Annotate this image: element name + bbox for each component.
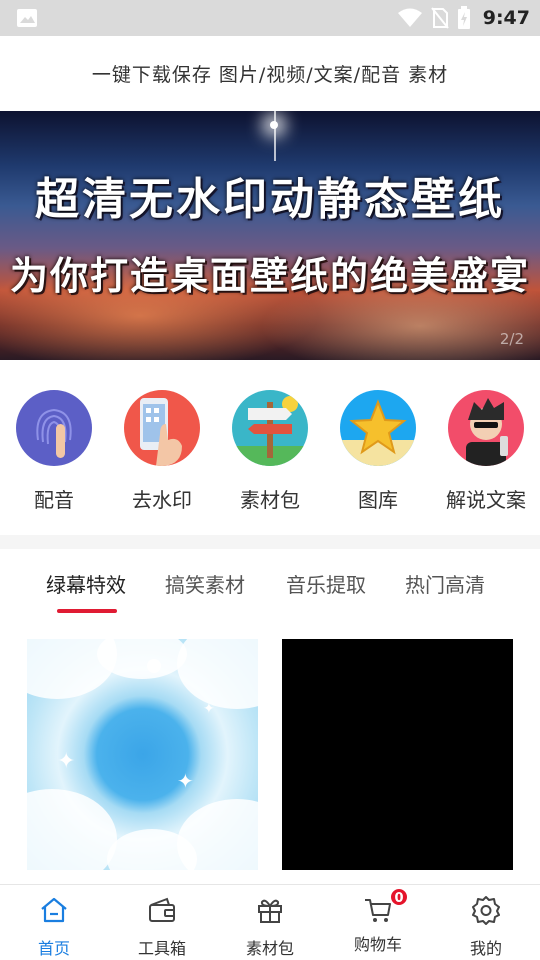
nav-label: 购物车 — [353, 935, 402, 954]
quick-action-commentary-copy[interactable]: 解说文案 — [432, 390, 540, 513]
home-icon — [41, 897, 67, 923]
banner-star — [270, 121, 278, 129]
status-time: 9:47 — [482, 7, 530, 29]
sparkle-icon: ✦ — [177, 769, 194, 793]
signpost-icon — [232, 390, 308, 466]
nav-shopping-cart[interactable]: 0 购物车 — [324, 887, 432, 955]
banner-subheadline: 为你打造桌面壁纸的绝美盛宴 — [9, 254, 530, 298]
thumbnail-cloud — [177, 639, 258, 709]
page-title: 一键下载保存 图片/视频/文案/配音 素材 — [91, 64, 449, 86]
nav-toolbox[interactable]: 工具箱 — [108, 895, 216, 959]
quick-action-label: 素材包 — [240, 488, 300, 512]
banner-page-indicator: 2/2 — [499, 330, 524, 348]
sparkle-icon: ✦ — [203, 701, 215, 717]
quick-action-label: 图库 — [358, 488, 398, 512]
nav-label: 首页 — [37, 939, 70, 958]
tab-music-extract[interactable]: 音乐提取 — [286, 569, 366, 598]
quick-action-label: 去水印 — [132, 488, 192, 512]
banner-headline: 超清无水印动静态壁纸 — [35, 174, 505, 225]
quick-action-gallery[interactable]: 图库 — [324, 390, 432, 513]
quick-actions: 配音 去水印 素材包 图库 解说文案 — [0, 360, 540, 535]
quick-action-label: 解说文案 — [446, 488, 526, 512]
video-thumbnail[interactable]: ✦ ✦ ✦ — [27, 639, 258, 870]
gift-icon — [258, 899, 282, 923]
quick-action-material-pack[interactable]: 素材包 — [216, 390, 324, 513]
wallet-icon — [149, 897, 175, 922]
quick-action-remove-watermark[interactable]: 去水印 — [108, 390, 216, 513]
image-icon — [17, 9, 37, 27]
banner-light-beam — [274, 111, 276, 161]
sparkle-icon: ✦ — [57, 749, 76, 774]
nav-profile[interactable]: 我的 — [432, 895, 540, 959]
fingerprint-icon — [16, 390, 92, 466]
header: 一键下载保存 图片/视频/文案/配音 素材 — [0, 36, 540, 111]
category-tabs: 绿幕特效 搞笑素材 音乐提取 热门高清 — [0, 549, 540, 624]
video-thumbnail[interactable] — [282, 639, 513, 870]
content-grid: ✦ ✦ ✦ — [0, 624, 540, 884]
nav-home[interactable]: 首页 — [0, 895, 108, 959]
tab-funny-material[interactable]: 搞笑素材 — [165, 569, 245, 598]
nav-material-pack[interactable]: 素材包 — [216, 895, 324, 959]
nav-label: 素材包 — [245, 939, 294, 958]
cartoon-avatar-icon — [448, 390, 524, 466]
battery-icon — [457, 6, 470, 29]
phone-touch-icon — [124, 390, 200, 466]
quick-action-dubbing[interactable]: 配音 — [0, 390, 108, 513]
nav-label: 工具箱 — [137, 939, 186, 958]
settings-icon — [472, 896, 500, 925]
no-sim-icon — [430, 7, 449, 29]
starfish-icon — [340, 390, 416, 466]
thumbnail-dot — [147, 659, 161, 673]
cart-icon-wrapper: 0 — [363, 887, 409, 925]
quick-action-label: 配音 — [34, 488, 74, 512]
wifi-icon — [397, 8, 422, 27]
thumbnail-cloud — [27, 789, 117, 870]
tab-green-screen[interactable]: 绿幕特效 — [46, 569, 126, 598]
cart-badge: 0 — [389, 887, 409, 907]
status-bar: 9:47 — [0, 0, 540, 36]
tab-popular-hd[interactable]: 热门高清 — [405, 569, 485, 598]
bottom-navigation: 首页 工具箱 素材包 0 购物车 我的 — [0, 884, 540, 960]
active-tab-indicator — [57, 609, 117, 613]
nav-label: 我的 — [469, 939, 502, 958]
banner-carousel[interactable]: 超清无水印动静态壁纸 为你打造桌面壁纸的绝美盛宴 2/2 — [0, 111, 540, 360]
